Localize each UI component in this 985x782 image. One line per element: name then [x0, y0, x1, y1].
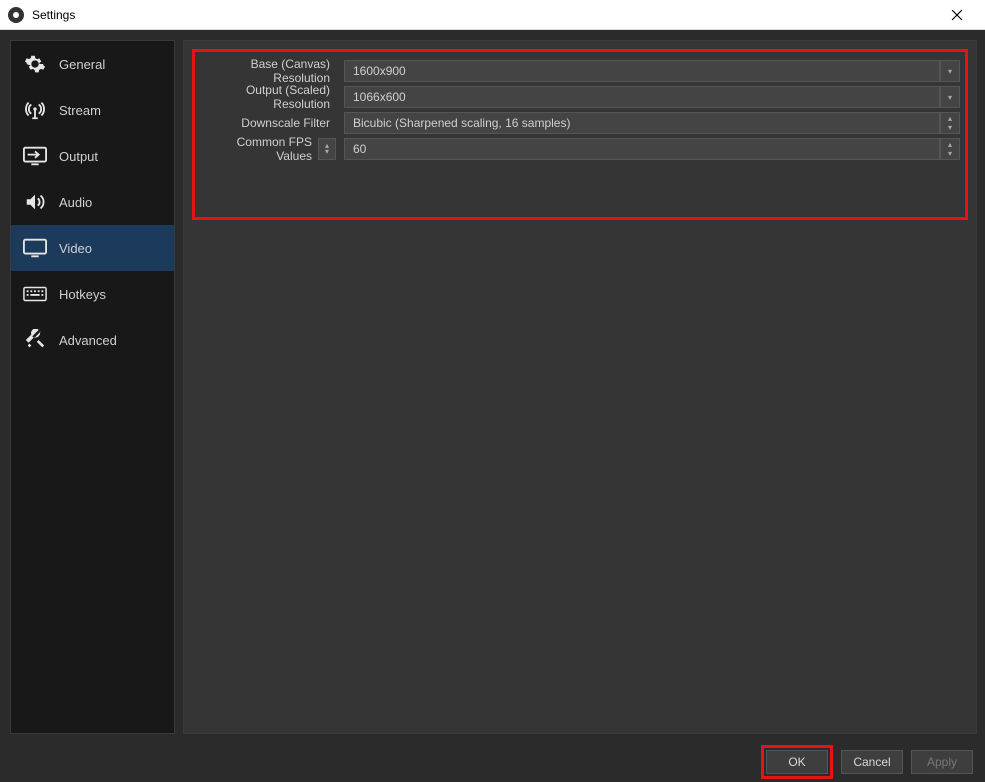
- sidebar-item-general[interactable]: General: [11, 41, 174, 87]
- output-resolution-input[interactable]: 1066x600: [344, 86, 940, 108]
- main-panel: Base (Canvas) Resolution 1600x900 ▾ Outp…: [183, 40, 977, 734]
- window-title: Settings: [32, 8, 937, 22]
- sidebar-item-label: Audio: [59, 195, 92, 210]
- ok-highlight: OK: [761, 745, 833, 779]
- chevron-down-icon: ▾: [948, 93, 952, 102]
- downscale-filter-label: Downscale Filter: [200, 116, 336, 130]
- speaker-icon: [21, 191, 49, 213]
- sidebar-item-stream[interactable]: Stream: [11, 87, 174, 133]
- updown-icon: ▴▾: [325, 143, 329, 155]
- sidebar-item-label: Advanced: [59, 333, 117, 348]
- downscale-filter-spinner[interactable]: ▴▾: [940, 112, 960, 134]
- sidebar-item-label: General: [59, 57, 105, 72]
- app-icon: [8, 7, 24, 23]
- output-icon: [21, 145, 49, 167]
- keyboard-icon: [21, 283, 49, 305]
- close-button[interactable]: [937, 0, 977, 30]
- monitor-icon: [21, 237, 49, 259]
- sidebar-item-label: Hotkeys: [59, 287, 106, 302]
- output-resolution-dropdown[interactable]: ▾: [940, 86, 960, 108]
- sidebar: General Stream Output Audio Video: [10, 40, 175, 734]
- sidebar-item-advanced[interactable]: Advanced: [11, 317, 174, 363]
- sidebar-item-output[interactable]: Output: [11, 133, 174, 179]
- sidebar-item-label: Output: [59, 149, 98, 164]
- fps-value-select[interactable]: 60: [344, 138, 940, 160]
- updown-icon: ▴▾: [948, 114, 952, 132]
- output-resolution-label: Output (Scaled) Resolution: [200, 83, 336, 111]
- antenna-icon: [21, 99, 49, 121]
- base-resolution-label: Base (Canvas) Resolution: [200, 57, 336, 85]
- cancel-button[interactable]: Cancel: [841, 750, 903, 774]
- ok-button[interactable]: OK: [766, 750, 828, 774]
- updown-icon: ▴▾: [948, 140, 952, 158]
- sidebar-item-label: Stream: [59, 103, 101, 118]
- sidebar-item-audio[interactable]: Audio: [11, 179, 174, 225]
- fps-type-spinner[interactable]: ▴▾: [318, 138, 336, 160]
- footer-buttons: OK Cancel Apply: [0, 742, 985, 782]
- downscale-filter-select[interactable]: Bicubic (Sharpened scaling, 16 samples): [344, 112, 940, 134]
- base-resolution-input[interactable]: 1600x900: [344, 60, 940, 82]
- chevron-down-icon: ▾: [948, 67, 952, 76]
- fps-type-label: Common FPS Values: [200, 135, 318, 163]
- settings-highlight-box: Base (Canvas) Resolution 1600x900 ▾ Outp…: [192, 49, 968, 220]
- base-resolution-dropdown[interactable]: ▾: [940, 60, 960, 82]
- close-icon: [951, 9, 963, 21]
- sidebar-item-video[interactable]: Video: [11, 225, 174, 271]
- titlebar: Settings: [0, 0, 985, 30]
- apply-button[interactable]: Apply: [911, 750, 973, 774]
- content-area: General Stream Output Audio Video: [0, 30, 985, 742]
- fps-value-spinner[interactable]: ▴▾: [940, 138, 960, 160]
- gear-icon: [21, 53, 49, 75]
- sidebar-item-hotkeys[interactable]: Hotkeys: [11, 271, 174, 317]
- tools-icon: [21, 329, 49, 351]
- sidebar-item-label: Video: [59, 241, 92, 256]
